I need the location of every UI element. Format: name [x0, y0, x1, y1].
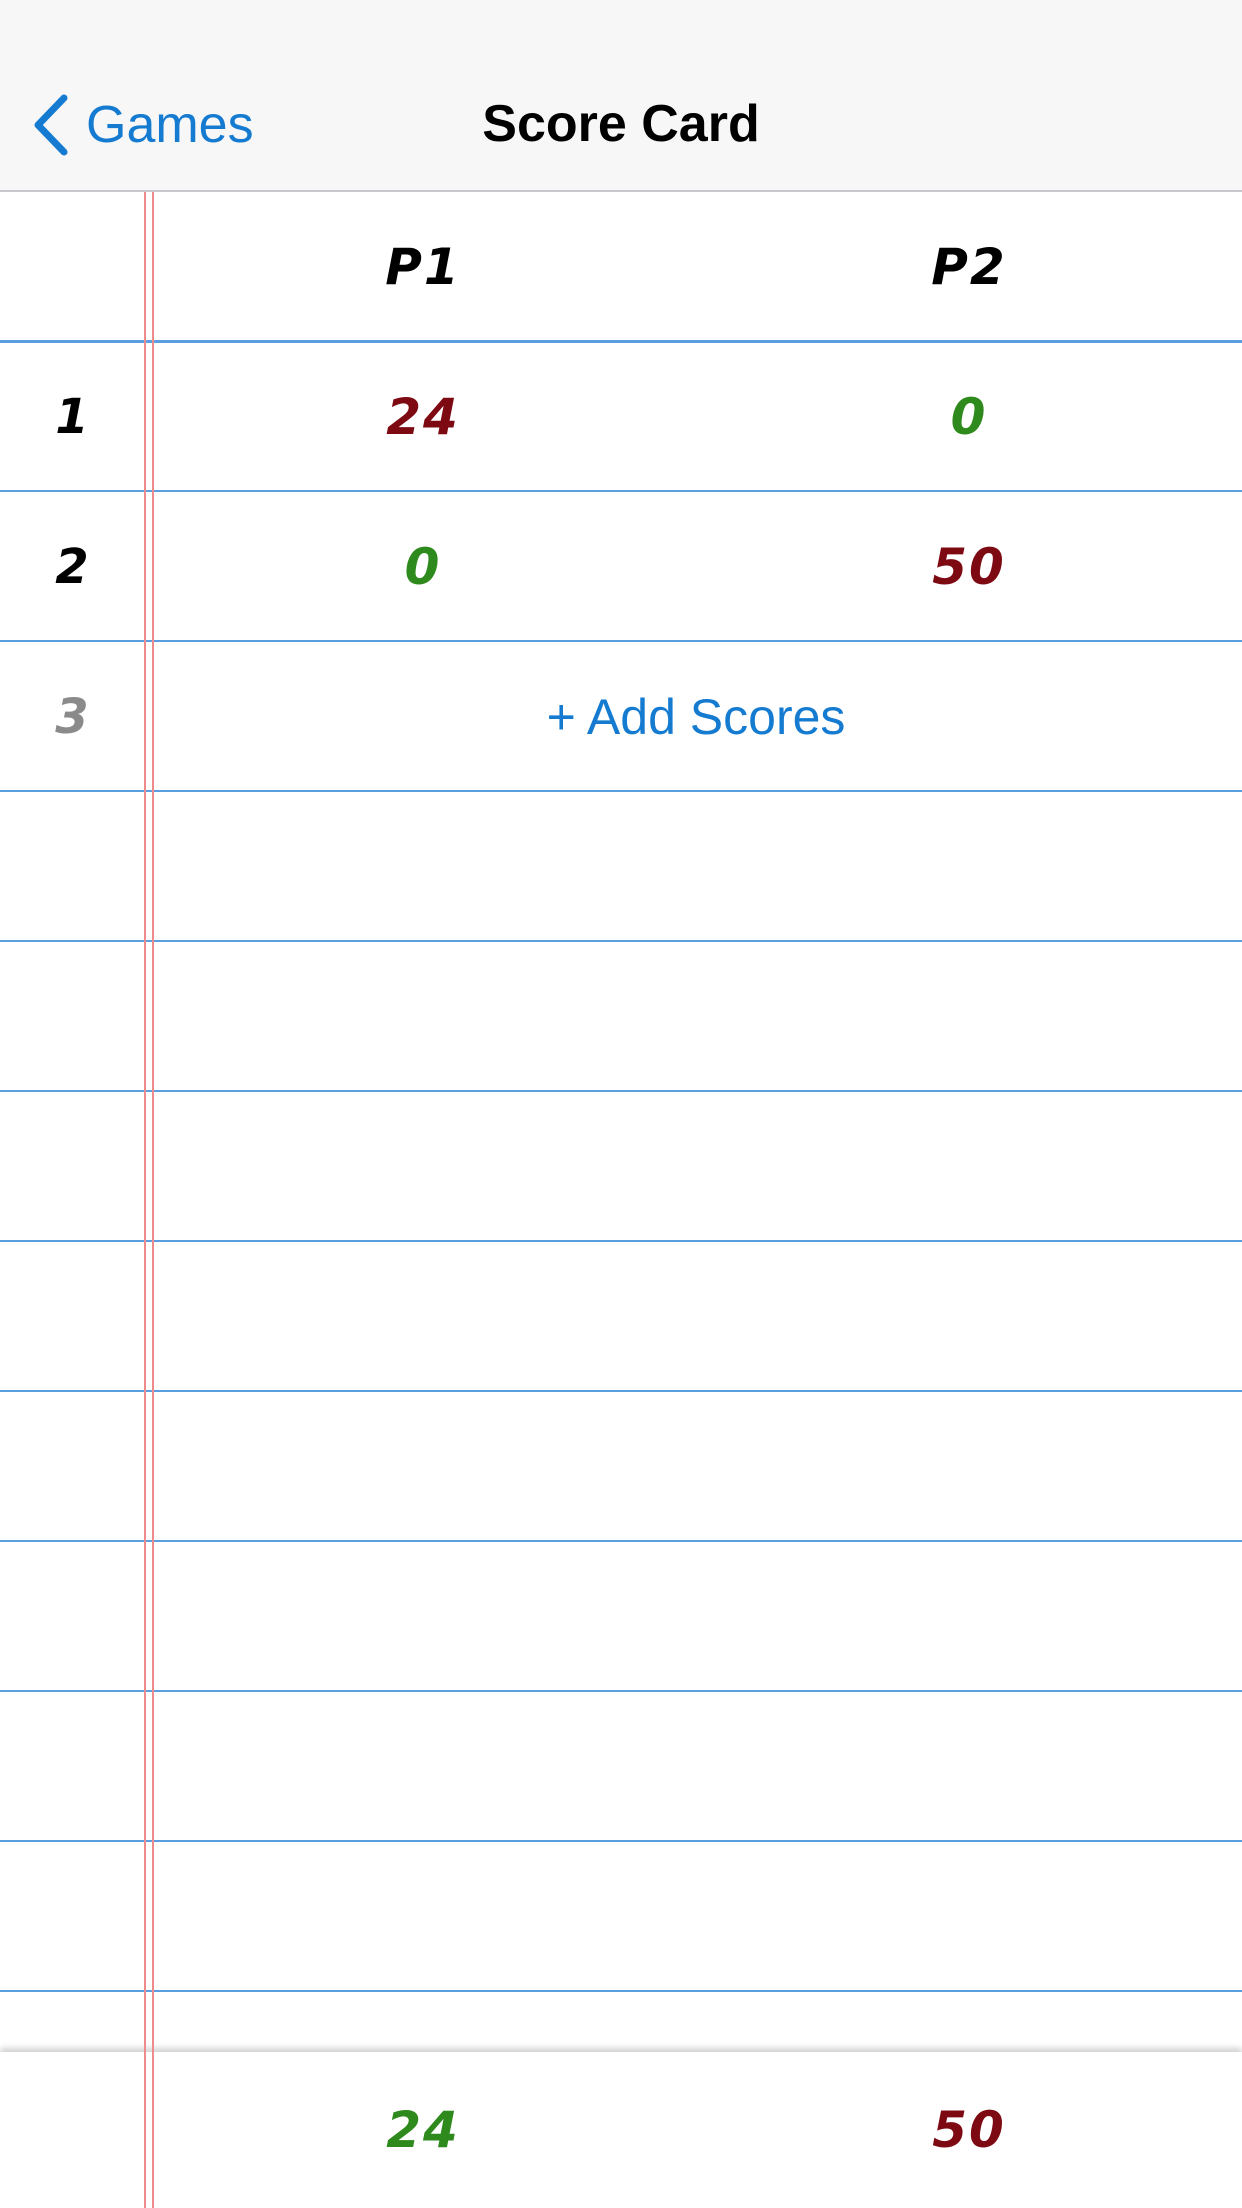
player-name: P1	[385, 238, 461, 296]
totals-footer: 24 50	[0, 2052, 1242, 2208]
player-column-header[interactable]: P1	[150, 192, 696, 342]
score-card-screen: Games Score Card P1 P2 1 24 0 2 0 50 3 +…	[0, 0, 1242, 2208]
rule-line	[0, 1690, 1242, 1692]
player-name: P2	[931, 238, 1007, 296]
margin-line	[144, 192, 146, 2208]
total-score: 24	[386, 2101, 460, 2159]
score-value: 24	[386, 388, 460, 446]
player-column-header[interactable]: P2	[696, 192, 1242, 342]
rule-line	[0, 1840, 1242, 1842]
total-score: 50	[932, 2101, 1006, 2159]
rule-line	[0, 1240, 1242, 1242]
margin-line	[152, 192, 154, 2208]
round-number: 1	[55, 389, 91, 445]
rule-line	[0, 940, 1242, 942]
round-number: 3	[55, 689, 91, 745]
pending-round-row: 3 + Add Scores	[0, 642, 1242, 792]
rule-line	[0, 1090, 1242, 1092]
round-row[interactable]: 1 24 0	[0, 342, 1242, 492]
players-header-row: P1 P2	[0, 192, 1242, 342]
score-value: 50	[932, 538, 1006, 596]
add-scores-button[interactable]: + Add Scores	[547, 688, 846, 746]
score-value: 0	[404, 538, 442, 596]
rule-line	[0, 1540, 1242, 1542]
rule-line	[0, 1390, 1242, 1392]
round-row[interactable]: 2 0 50	[0, 492, 1242, 642]
score-value: 0	[950, 388, 988, 446]
page-title: Score Card	[482, 95, 760, 153]
navigation-bar: Games Score Card	[0, 0, 1242, 192]
round-number: 2	[55, 539, 91, 595]
rule-line	[0, 1990, 1242, 1992]
